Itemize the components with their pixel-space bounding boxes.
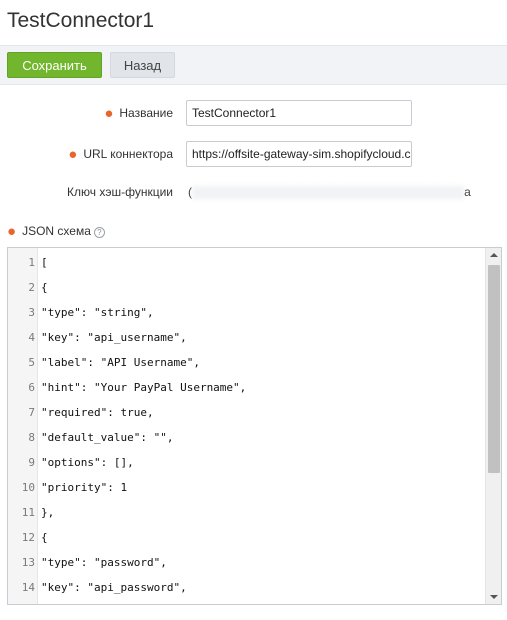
hash-redacted: ░░░░░░░░░░░░░░░░░░░░░░░░░░░░░░░░ xyxy=(192,185,465,199)
line-number: 12 xyxy=(21,531,35,544)
code-line: 1[ xyxy=(8,250,478,275)
code-text: "key": "api_username", xyxy=(41,331,187,344)
code-line: 12 { xyxy=(8,525,478,550)
code-line: 13 "type": "password", xyxy=(8,550,478,575)
line-number: 5 xyxy=(28,356,35,369)
hash-value: (░░░░░░░░░░░░░░░░░░░░░░░░░░░░░░░░a xyxy=(188,179,471,205)
code-text: "priority": 1 xyxy=(41,481,128,494)
line-number: 11 xyxy=(21,506,35,519)
name-label-wrap: ● Название xyxy=(104,100,173,126)
save-button[interactable]: Сохранить xyxy=(7,52,102,78)
code-line: 9 "options": [], xyxy=(8,450,478,475)
code-line: 4 "key": "api_username", xyxy=(8,325,478,350)
line-number: 3 xyxy=(28,306,35,319)
code-text: [ xyxy=(41,256,48,269)
code-line: 2{ xyxy=(8,275,478,300)
toolbar: Сохранить Назад xyxy=(0,45,507,85)
required-marker: ● xyxy=(7,223,17,240)
scroll-thumb[interactable] xyxy=(488,265,500,473)
url-label: URL коннектора xyxy=(83,147,173,161)
line-number: 9 xyxy=(28,456,35,469)
url-input[interactable]: https://offsite-gateway-sim.shopifycloud… xyxy=(186,141,412,167)
name-input[interactable]: TestConnector1 xyxy=(186,100,412,126)
line-number: 8 xyxy=(28,431,35,444)
code-text: "label": "API Username", xyxy=(41,356,200,369)
code-line: 7 "required": true, xyxy=(8,400,478,425)
line-number: 7 xyxy=(28,406,35,419)
line-number: 13 xyxy=(21,556,35,569)
code-text: "key": "api_password", xyxy=(41,581,187,594)
code-text: }, xyxy=(41,506,55,519)
scroll-up-icon[interactable] xyxy=(490,253,498,257)
line-number: 1 xyxy=(28,256,35,269)
back-button[interactable]: Назад xyxy=(110,52,175,78)
code-line: 10 "priority": 1 xyxy=(8,475,478,500)
code-text: { xyxy=(41,531,48,544)
code-text: "type": "string", xyxy=(41,306,154,319)
code-line: 11}, xyxy=(8,500,478,525)
code-line: 3 "type": "string", xyxy=(8,300,478,325)
required-marker: ● xyxy=(68,146,78,163)
editor-scrollbar[interactable] xyxy=(485,248,501,604)
required-marker: ● xyxy=(104,105,114,122)
code-line: 5 "label": "API Username", xyxy=(8,350,478,375)
url-row: ● URL коннектора https://offsite-gateway-… xyxy=(0,141,507,167)
code-line: 6 "hint": "Your PayPal Username", xyxy=(8,375,478,400)
question-circle-icon[interactable]: ? xyxy=(93,227,105,238)
code-line: 8 "default_value": "", xyxy=(8,425,478,450)
hash-label: Ключ хэш-функции xyxy=(67,185,173,199)
code-text: "default_value": "", xyxy=(41,431,174,444)
json-schema-label-wrap: ● JSON схема? xyxy=(7,222,105,240)
code-text: "options": [], xyxy=(41,456,134,469)
line-number: 10 xyxy=(21,481,35,494)
line-number: 4 xyxy=(28,331,35,344)
code-text: "type": "password", xyxy=(41,556,167,569)
name-row: ● Название TestConnector1 xyxy=(0,100,507,126)
page-title: TestConnector1 xyxy=(7,9,155,32)
json-editor[interactable]: 1[2{3 "type": "string", 4 "key": "api_usern… xyxy=(7,247,502,605)
code-text: "required": true, xyxy=(41,406,154,419)
code-line: 14 "key": "api_password", xyxy=(8,575,478,600)
json-schema-label: JSON схема xyxy=(22,224,91,238)
code-text: { xyxy=(41,281,48,294)
line-number: 2 xyxy=(28,281,35,294)
url-label-wrap: ● URL коннектора xyxy=(68,141,173,167)
hash-suffix: a xyxy=(464,185,471,199)
name-label: Название xyxy=(119,106,173,120)
hash-row: Ключ хэш-функции (░░░░░░░░░░░░░░░░░░░░░░… xyxy=(0,179,507,205)
line-number: 14 xyxy=(21,581,35,594)
scroll-down-icon[interactable] xyxy=(490,595,498,599)
code-text: "hint": "Your PayPal Username", xyxy=(41,381,247,394)
line-number: 6 xyxy=(28,381,35,394)
